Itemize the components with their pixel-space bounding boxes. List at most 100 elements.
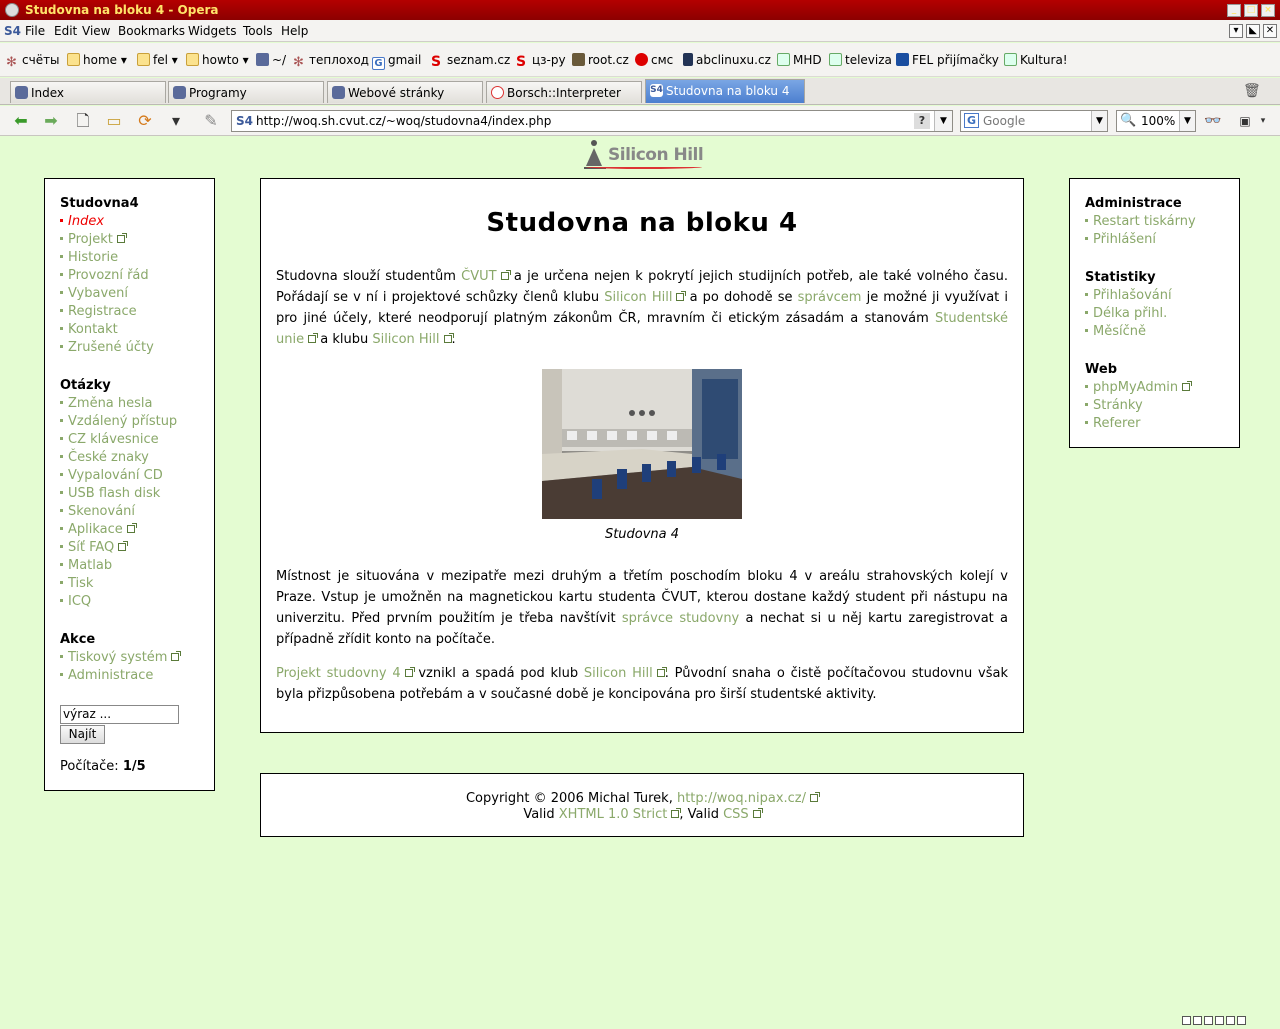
bookmark-schety[interactable]: ✻ счёты: [6, 51, 60, 70]
nav-item-stranky[interactable]: Stránky: [1085, 397, 1239, 415]
new-page-icon[interactable]: 🗋: [72, 110, 94, 132]
nav-item-matlab[interactable]: Matlab: [60, 557, 214, 575]
tab-borsch-interpreter[interactable]: Borsch::Interpreter: [486, 81, 642, 103]
trash-icon[interactable]: 🗑: [1243, 83, 1261, 99]
s4-icon: S4: [650, 84, 663, 97]
nav-item-zmena-hesla[interactable]: Změna hesla: [60, 395, 214, 413]
nav-item-zrusene-ucty[interactable]: Zrušené účty: [60, 339, 214, 357]
css-validator-link[interactable]: CSS: [723, 807, 749, 822]
menu-edit[interactable]: Edit: [54, 20, 77, 42]
nav-item-prihlaseni[interactable]: Přihlášení: [1085, 231, 1239, 249]
silicon-hill-link-3[interactable]: Silicon Hill: [584, 666, 653, 681]
chevron-down-icon[interactable]: ▼: [1091, 111, 1107, 131]
bookmark-sms[interactable]: смс: [635, 51, 673, 69]
nav-item-registrace[interactable]: Registrace: [60, 303, 214, 321]
bookmark-fel-folder[interactable]: fel ▾: [137, 51, 178, 69]
bookmark-fel-prijimacky[interactable]: FEL přijímačky: [896, 51, 999, 69]
nav-item-phpmyadmin[interactable]: phpMyAdmin: [1085, 379, 1239, 397]
nav-item-restart-tiskarny[interactable]: Restart tiskárny: [1085, 213, 1239, 231]
nav-item-referer[interactable]: Referer: [1085, 415, 1239, 433]
search-input[interactable]: výraz ...: [60, 705, 179, 724]
maximize-button[interactable]: □: [1244, 4, 1258, 17]
spravcem-link[interactable]: správcem: [798, 290, 862, 305]
panel-icon[interactable]: ▣: [1234, 110, 1256, 132]
bookmark-seznam[interactable]: Sseznam.cz: [431, 51, 510, 69]
tab-programy[interactable]: Programy: [168, 81, 324, 103]
menu-tools[interactable]: Tools: [243, 20, 273, 42]
minimize-button[interactable]: _: [1227, 4, 1241, 17]
xhtml-validator-link[interactable]: XHTML 1.0 Strict: [559, 807, 668, 822]
nav-item-cz-klavesnice[interactable]: CZ klávesnice: [60, 431, 214, 449]
menu-widgets[interactable]: Widgets: [188, 20, 237, 42]
nav-item-provozni-rad[interactable]: Provozní řád: [60, 267, 214, 285]
help-icon[interactable]: ?: [914, 113, 930, 129]
bookmark-root[interactable]: root.cz: [572, 51, 629, 69]
menu-file[interactable]: File: [25, 20, 45, 42]
chevron-down-icon[interactable]: ▾: [1256, 110, 1270, 132]
nav-item-index[interactable]: Index: [60, 213, 214, 231]
spravce-studovny-link[interactable]: správce studovny: [622, 611, 739, 626]
bookmark-gmail[interactable]: Ggmail: [372, 51, 421, 70]
nav-list-statistiky: Přihlašování Délka přihl. Měsíčně: [1085, 287, 1239, 341]
author-homepage-link[interactable]: http://woq.nipax.cz/: [677, 791, 806, 806]
silicon-hill-logo[interactable]: Silicon Hill: [582, 138, 704, 174]
close-tab-icon[interactable]: ✕: [1263, 24, 1277, 38]
nav-item-mesicne[interactable]: Měsíčně: [1085, 323, 1239, 341]
bookmark-home-dir[interactable]: ~/: [256, 51, 286, 69]
menu-bookmarks[interactable]: Bookmarks: [118, 20, 185, 42]
search-button[interactable]: Najít: [60, 725, 105, 744]
cvut-link[interactable]: ČVUT: [461, 269, 496, 284]
nav-item-skenovani[interactable]: Skenování: [60, 503, 214, 521]
nav-item-tisk[interactable]: Tisk: [60, 575, 214, 593]
nav-item-sit-faq[interactable]: Síť FAQ: [60, 539, 214, 557]
bookmark-kultura[interactable]: Kultura!: [1004, 51, 1068, 69]
search-field[interactable]: G Google ▼: [960, 110, 1108, 132]
restore-down-icon[interactable]: ▾: [1229, 24, 1243, 38]
open-folder-icon[interactable]: ▭: [103, 110, 125, 132]
nav-item-icq[interactable]: ICQ: [60, 593, 214, 611]
bookmark-howto-folder[interactable]: howto ▾: [186, 51, 249, 69]
nav-item-kontakt[interactable]: Kontakt: [60, 321, 214, 339]
nav-item-vzdaleny-pristup[interactable]: Vzdálený přístup: [60, 413, 214, 431]
bookmark-teplohod[interactable]: ✻ теплоход: [293, 51, 369, 70]
photo-caption: Studovna 4: [604, 527, 680, 542]
nav-item-delka-prihl[interactable]: Délka přihl.: [1085, 305, 1239, 323]
menu-view[interactable]: View: [82, 20, 110, 42]
back-icon[interactable]: ⬅: [10, 110, 32, 132]
projekt-studovny-link[interactable]: Projekt studovny 4: [276, 666, 401, 681]
silicon-hill-link-2[interactable]: Silicon Hill: [372, 332, 439, 347]
pen-icon[interactable]: ✎: [200, 110, 222, 132]
glasses-icon[interactable]: 👓: [1202, 110, 1224, 132]
reload-icon[interactable]: ⟳: [134, 110, 156, 132]
nav-item-ceske-znaky[interactable]: České znaky: [60, 449, 214, 467]
nav-item-administrace[interactable]: Administrace: [60, 667, 214, 685]
tab-studovna[interactable]: S4 Studovna na bloku 4: [645, 79, 805, 103]
tab-webove-stranky[interactable]: Webové stránky: [327, 81, 483, 103]
nav-item-historie[interactable]: Historie: [60, 249, 214, 267]
address-bar[interactable]: S4 http://woq.sh.cvut.cz/~woq/studovna4/…: [231, 110, 953, 132]
close-window-button[interactable]: ×: [1261, 4, 1275, 17]
menu-help[interactable]: Help: [281, 20, 308, 42]
chevron-down-icon[interactable]: ▼: [934, 111, 952, 131]
nav-item-vypalovani-cd[interactable]: Vypalování CD: [60, 467, 214, 485]
bookmark-home-folder[interactable]: home ▾: [67, 51, 127, 69]
nav-item-vybaveni[interactable]: Vybavení: [60, 285, 214, 303]
trash-icon[interactable]: ▾: [165, 110, 187, 132]
nav-item-usb-flash-disk[interactable]: USB flash disk: [60, 485, 214, 503]
forward-icon[interactable]: ➡: [40, 110, 62, 132]
nav-item-aplikace[interactable]: Aplikace: [60, 521, 214, 539]
resize-icon[interactable]: ◣: [1246, 24, 1260, 38]
nav-item-projekt[interactable]: Projekt: [60, 231, 214, 249]
bookmark-abclinuxu[interactable]: abclinuxu.cz: [683, 51, 771, 69]
navigation-bar: ⬅ ➡ 🗋 ▭ ⟳ ▾ ✎ S4 http://woq.sh.cvut.cz/~…: [0, 106, 1280, 136]
nav-item-tiskovy-system[interactable]: Tiskový systém: [60, 649, 214, 667]
nav-item-prihlasovani[interactable]: Přihlašování: [1085, 287, 1239, 305]
chevron-down-icon[interactable]: ▼: [1179, 111, 1195, 131]
tab-index[interactable]: Index: [10, 81, 166, 103]
silicon-hill-link[interactable]: Silicon Hill: [604, 290, 672, 305]
study-room-photo[interactable]: [542, 369, 742, 519]
zoom-select[interactable]: 🔍 100% ▼: [1116, 110, 1196, 132]
bookmark-cz-ru[interactable]: Sцз-ру: [516, 51, 566, 69]
bookmark-televiza[interactable]: televiza: [829, 51, 892, 69]
bookmark-mhd[interactable]: MHD: [777, 51, 822, 69]
